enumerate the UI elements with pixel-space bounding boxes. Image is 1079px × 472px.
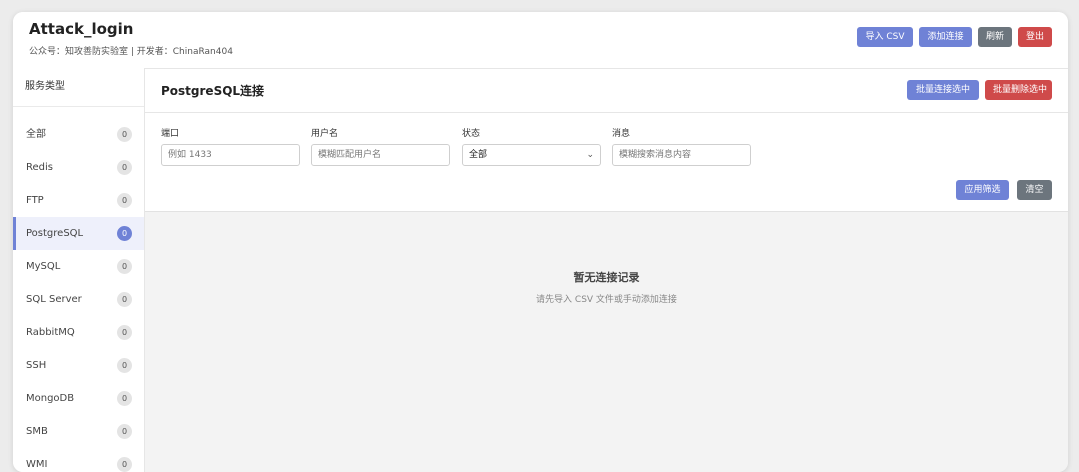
- sidebar-item-label: MySQL: [26, 261, 61, 272]
- count-badge: 0: [117, 160, 132, 175]
- sidebar-list: 全部 0 Redis 0 FTP 0 PostgreSQL 0 MySQL 0 …: [13, 107, 144, 472]
- sidebar-item-mongodb[interactable]: MongoDB 0: [13, 382, 144, 415]
- count-badge: 0: [117, 424, 132, 439]
- sidebar-item-all[interactable]: 全部 0: [13, 118, 144, 151]
- sidebar-item-ftp[interactable]: FTP 0: [13, 184, 144, 217]
- filter-panel: 端口 例如 1433 用户名 模糊匹配用户名 状态 全部 ⌄ 消息 模糊搜索消息…: [145, 113, 1068, 212]
- app-title: Attack_login: [29, 20, 134, 38]
- count-badge: 0: [117, 193, 132, 208]
- logout-button[interactable]: 登出: [1018, 27, 1052, 47]
- sidebar-item-label: WMI: [26, 459, 48, 470]
- sidebar: 服务类型 全部 0 Redis 0 FTP 0 PostgreSQL 0 MyS…: [13, 68, 145, 472]
- sidebar-item-redis[interactable]: Redis 0: [13, 151, 144, 184]
- main-panel: PostgreSQL连接 批量连接选中 批量删除选中 端口 例如 1433 用户…: [145, 68, 1068, 472]
- top-bar: Attack_login 公众号：知攻善防实验室 | 开发者：ChinaRan4…: [13, 12, 1068, 69]
- username-input[interactable]: 模糊匹配用户名: [311, 144, 450, 166]
- sidebar-item-smb[interactable]: SMB 0: [13, 415, 144, 448]
- app-subtitle: 公众号：知攻善防实验室 | 开发者：ChinaRan404: [29, 47, 233, 57]
- status-select-value: 全部: [469, 150, 488, 160]
- sidebar-title: 服务类型: [13, 68, 144, 107]
- empty-state-title: 暂无连接记录: [573, 271, 640, 284]
- count-badge: 0: [117, 391, 132, 406]
- sidebar-item-label: MongoDB: [26, 393, 75, 404]
- add-connection-button[interactable]: 添加连接: [919, 27, 972, 47]
- batch-delete-button[interactable]: 批量删除选中: [985, 80, 1052, 100]
- sidebar-item-label: FTP: [26, 195, 44, 206]
- sidebar-item-wmi[interactable]: WMI 0: [13, 448, 144, 472]
- sidebar-item-rabbitmq[interactable]: RabbitMQ 0: [13, 316, 144, 349]
- sidebar-item-ssh[interactable]: SSH 0: [13, 349, 144, 382]
- status-label: 状态: [462, 129, 481, 139]
- port-label: 端口: [161, 129, 180, 139]
- status-select[interactable]: 全部 ⌄: [462, 144, 601, 166]
- page-title: PostgreSQL连接: [161, 84, 265, 98]
- import-csv-button[interactable]: 导入 CSV: [857, 27, 913, 47]
- port-input[interactable]: 例如 1433: [161, 144, 300, 166]
- apply-filter-button[interactable]: 应用筛选: [956, 180, 1009, 200]
- message-input[interactable]: 模糊搜索消息内容: [612, 144, 751, 166]
- message-label: 消息: [612, 129, 631, 139]
- main-header: PostgreSQL连接 批量连接选中 批量删除选中: [145, 68, 1068, 113]
- count-badge: 0: [117, 292, 132, 307]
- chevron-down-icon: ⌄: [586, 150, 594, 160]
- sidebar-item-mysql[interactable]: MySQL 0: [13, 250, 144, 283]
- sidebar-item-label: SMB: [26, 426, 48, 437]
- sidebar-item-label: RabbitMQ: [26, 327, 75, 338]
- sidebar-item-label: PostgreSQL: [26, 228, 84, 239]
- empty-state-subtitle: 请先导入 CSV 文件或手动添加连接: [536, 295, 677, 305]
- sidebar-item-label: 全部: [26, 129, 46, 140]
- count-badge: 0: [117, 358, 132, 373]
- sidebar-item-label: SQL Server: [26, 294, 82, 305]
- batch-connect-button[interactable]: 批量连接选中: [907, 80, 979, 100]
- count-badge: 0: [117, 325, 132, 340]
- count-badge: 0: [117, 259, 132, 274]
- empty-state: 暂无连接记录 请先导入 CSV 文件或手动添加连接: [145, 212, 1068, 472]
- app-window: Attack_login 公众号：知攻善防实验室 | 开发者：ChinaRan4…: [13, 12, 1068, 472]
- username-label: 用户名: [311, 129, 339, 139]
- count-badge: 0: [117, 457, 132, 472]
- sidebar-item-sqlserver[interactable]: SQL Server 0: [13, 283, 144, 316]
- count-badge: 0: [117, 127, 132, 142]
- sidebar-item-label: SSH: [26, 360, 47, 371]
- sidebar-item-postgresql[interactable]: PostgreSQL 0: [13, 217, 144, 250]
- refresh-button[interactable]: 刷新: [978, 27, 1012, 47]
- count-badge: 0: [117, 226, 132, 241]
- clear-filter-button[interactable]: 清空: [1017, 180, 1052, 200]
- sidebar-item-label: Redis: [26, 162, 53, 173]
